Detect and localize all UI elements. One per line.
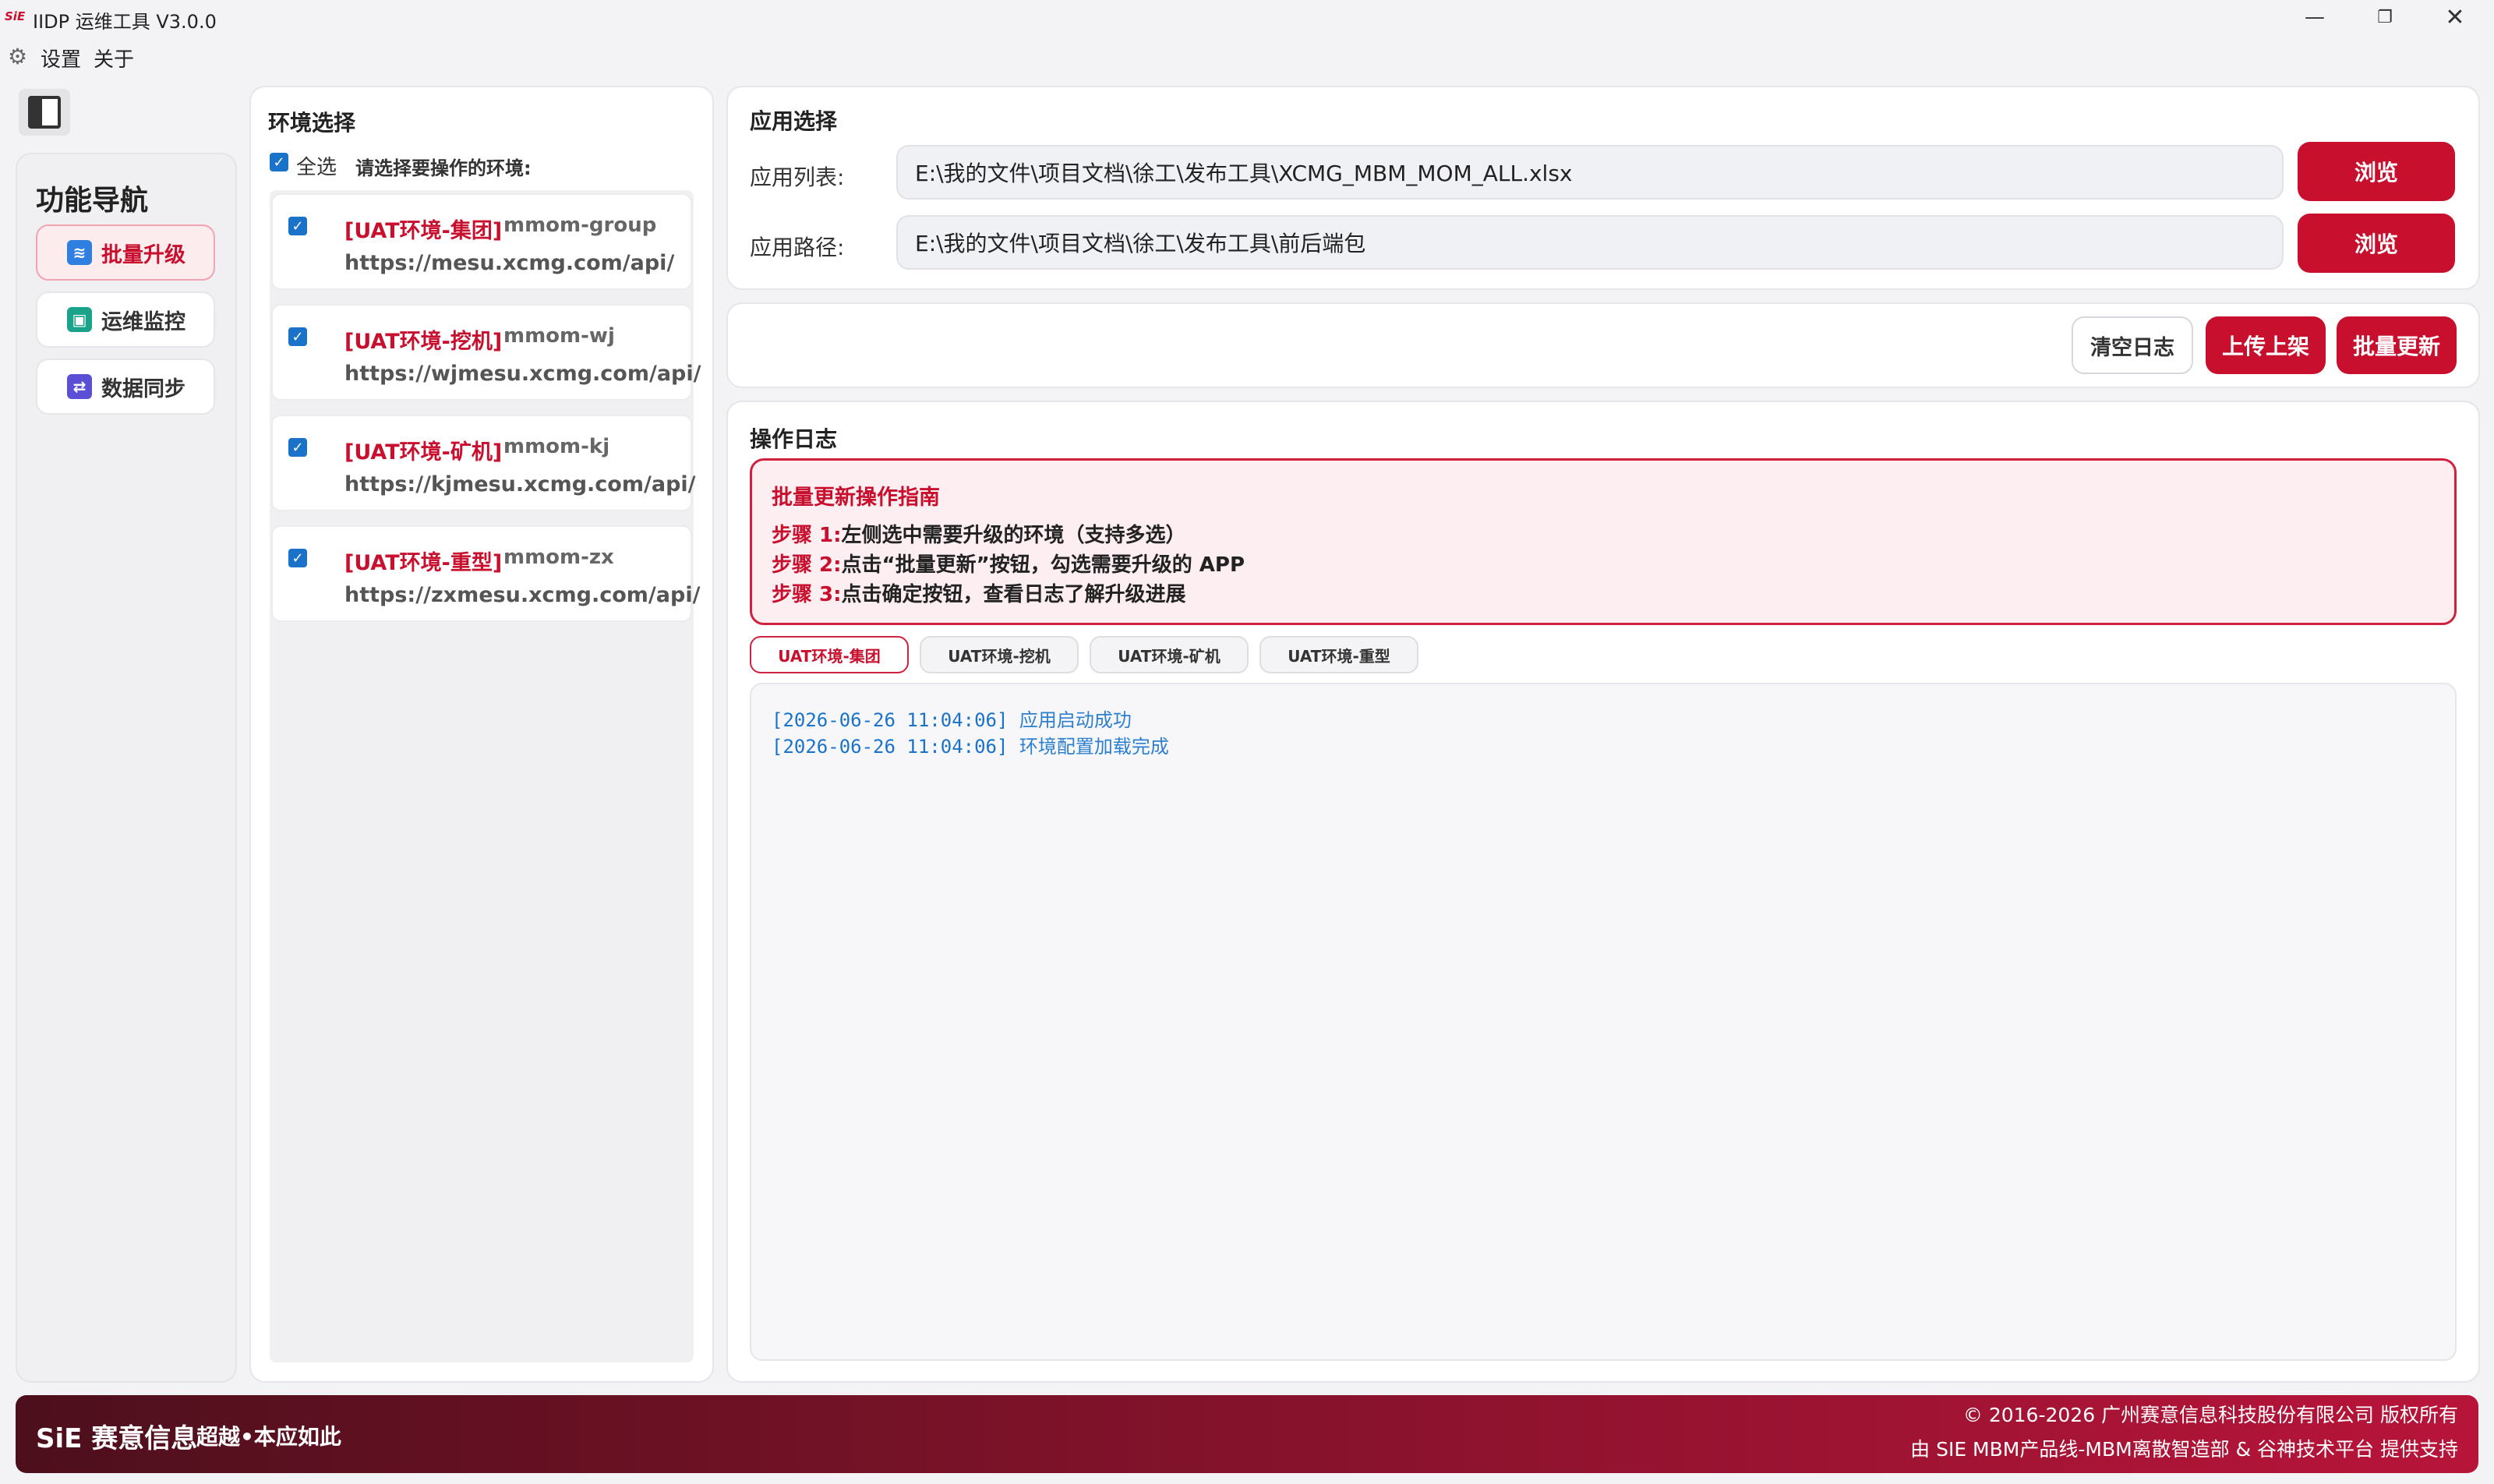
app-path-label: 应用路径: <box>750 235 845 260</box>
log-line: [2026-06-26 11:04:06] 环境配置加载完成 <box>772 731 1169 758</box>
step-text: 点击确定按钮，查看日志了解升级进展 <box>841 583 1186 606</box>
menu-about[interactable]: 关于 <box>94 44 134 72</box>
nav-item-batch-upgrade[interactable]: ≋ 批量升级 <box>36 224 215 281</box>
app-logo: SiE <box>5 9 26 23</box>
window-title: IIDP 运维工具 V3.0.0 <box>33 11 217 33</box>
env-code: mmom-zx <box>503 546 614 569</box>
footer-support: 由 SIE MBM产品线-MBM离散智造部 & 谷神技术平台 提供支持 <box>1910 1438 2458 1461</box>
close-button[interactable]: ✕ <box>2419 0 2491 34</box>
title-bar <box>0 0 2494 34</box>
browse-list-button[interactable]: 浏览 <box>2298 142 2455 201</box>
tab-uat-group[interactable]: UAT环境-集团 <box>750 636 909 673</box>
env-tag: [UAT环境-挖机] <box>344 330 503 354</box>
app-list-input[interactable]: E:\我的文件\项目文档\徐工\发布工具\XCMG_MBM_MOM_ALL.xl… <box>896 145 2284 200</box>
log-panel-title: 操作日志 <box>750 426 838 452</box>
app-path-input[interactable]: E:\我的文件\项目文档\徐工\发布工具\前后端包 <box>896 215 2284 270</box>
env-tag: [UAT环境-重型] <box>344 551 503 575</box>
clear-log-button[interactable]: 清空日志 <box>2072 316 2193 374</box>
log-line: [2026-06-26 11:04:06] 应用启动成功 <box>772 705 1132 732</box>
env-item-group[interactable]: ✓ [UAT环境-集团] mmom-group https://mesu.xcm… <box>271 193 692 290</box>
menu-settings[interactable]: 设置 <box>41 44 81 72</box>
env-url: https://kjmesu.xcmg.com/api/ <box>344 472 696 496</box>
guide-step: 步骤 2:点击“批量更新”按钮，勾选需要升级的 APP <box>772 549 1245 578</box>
sync-icon: ⇄ <box>67 374 92 399</box>
env-checkbox[interactable]: ✓ <box>288 549 307 567</box>
layers-icon: ≋ <box>67 240 92 265</box>
guide-title: 批量更新操作指南 <box>772 486 940 510</box>
env-tag: [UAT环境-集团] <box>344 219 503 243</box>
maximize-button[interactable]: ❐ <box>2349 0 2421 34</box>
env-item-wj[interactable]: ✓ [UAT环境-挖机] mmom-wj https://wjmesu.xcmg… <box>271 304 701 401</box>
footer-slogan: 超越•本应如此 <box>196 1424 341 1450</box>
nav-item-label: 数据同步 <box>101 376 185 401</box>
tab-uat-wj[interactable]: UAT环境-挖机 <box>920 636 1079 673</box>
sidebar-panel-icon <box>28 96 61 129</box>
step-text: 点击“批量更新”按钮，勾选需要升级的 APP <box>841 553 1245 577</box>
minimize-button[interactable]: — <box>2279 0 2351 34</box>
gear-icon: ⚙ <box>8 44 28 69</box>
log-timestamp: [2026-06-26 11:04:06] <box>772 709 1009 731</box>
env-checkbox[interactable]: ✓ <box>288 327 307 346</box>
batch-update-button[interactable]: 批量更新 <box>2337 316 2457 374</box>
env-tag: [UAT环境-矿机] <box>344 440 503 465</box>
sidebar-toggle-button[interactable] <box>19 89 70 136</box>
browse-path-button[interactable]: 浏览 <box>2298 214 2455 273</box>
select-all-checkbox[interactable]: ✓ <box>270 153 288 171</box>
env-checkbox[interactable]: ✓ <box>288 438 307 457</box>
env-item-kj[interactable]: ✓ [UAT环境-矿机] mmom-kj https://kjmesu.xcmg… <box>271 415 696 511</box>
env-url: https://zxmesu.xcmg.com/api/ <box>344 583 701 607</box>
select-all-label[interactable]: 全选 <box>296 151 337 180</box>
nav-item-label: 批量升级 <box>101 242 185 267</box>
nav-item-data-sync[interactable]: ⇄ 数据同步 <box>36 359 215 415</box>
env-url: https://wjmesu.xcmg.com/api/ <box>344 362 701 386</box>
monitor-icon: ▣ <box>67 307 92 332</box>
log-message: 应用启动成功 <box>1019 709 1132 731</box>
nav-item-monitoring[interactable]: ▣ 运维监控 <box>36 292 215 348</box>
env-checkbox[interactable]: ✓ <box>288 217 307 235</box>
env-code: mmom-wj <box>503 324 615 348</box>
guide-step: 步骤 1:左侧选中需要升级的环境（支持多选） <box>772 519 1186 548</box>
step-label: 步骤 1: <box>772 524 842 547</box>
app-list-label: 应用列表: <box>750 164 845 190</box>
tab-uat-zx[interactable]: UAT环境-重型 <box>1259 636 1418 673</box>
app-selection-title: 应用选择 <box>750 108 838 134</box>
footer-logo: SiE 赛意信息 <box>36 1423 198 1454</box>
nav-item-label: 运维监控 <box>101 309 185 334</box>
tab-uat-kj[interactable]: UAT环境-矿机 <box>1090 636 1249 673</box>
step-text: 左侧选中需要升级的环境（支持多选） <box>841 524 1186 547</box>
step-label: 步骤 2: <box>772 553 842 577</box>
log-output[interactable] <box>750 683 2457 1361</box>
log-timestamp: [2026-06-26 11:04:06] <box>772 736 1009 758</box>
upload-button[interactable]: 上传上架 <box>2206 316 2326 374</box>
guide-step: 步骤 3:点击确定按钮，查看日志了解升级进展 <box>772 578 1186 607</box>
nav-title: 功能导航 <box>36 185 149 217</box>
env-panel-title: 环境选择 <box>268 110 356 136</box>
env-hint: 请选择要操作的环境: <box>355 157 532 179</box>
footer-copyright: © 2016-2026 广州赛意信息科技股份有限公司 版权所有 <box>1962 1404 2458 1426</box>
log-message: 环境配置加载完成 <box>1019 736 1169 758</box>
env-url: https://mesu.xcmg.com/api/ <box>344 251 675 275</box>
env-code: mmom-kj <box>503 435 610 458</box>
step-label: 步骤 3: <box>772 583 842 606</box>
env-code: mmom-group <box>503 214 657 237</box>
env-item-zx[interactable]: ✓ [UAT环境-重型] mmom-zx https://zxmesu.xcmg… <box>271 525 700 622</box>
